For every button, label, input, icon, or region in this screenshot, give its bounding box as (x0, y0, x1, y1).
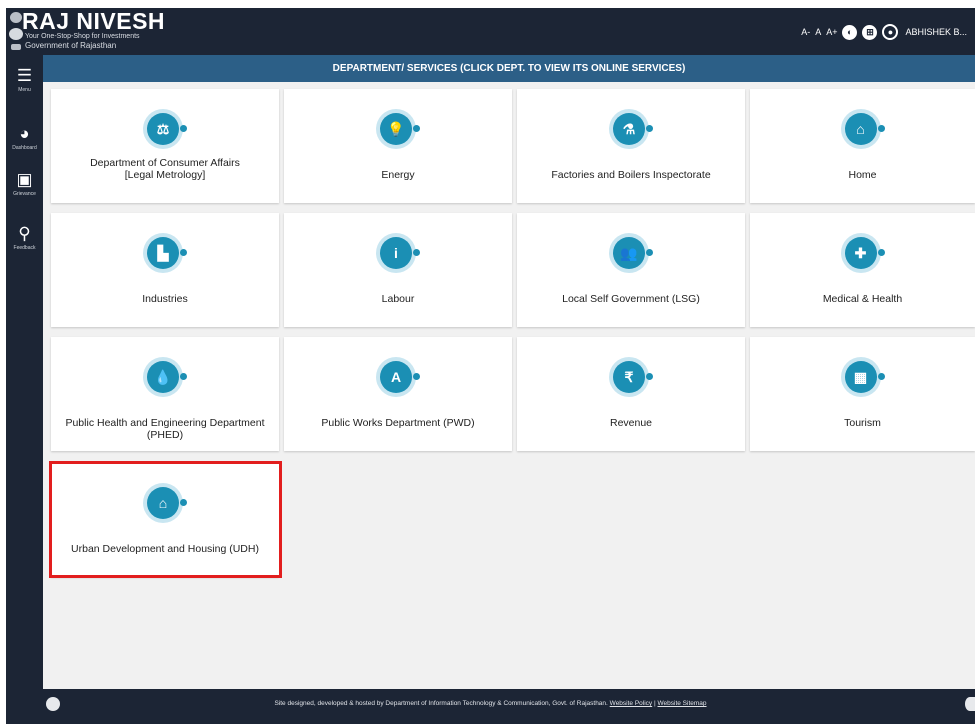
department-icon: ▙ (147, 237, 187, 269)
font-decrease-button[interactable]: A- (801, 27, 810, 37)
brand-tagline: Your One-Stop-Shop for Investments (25, 33, 140, 40)
sidebar-item-label: Grievance (13, 191, 36, 197)
department-icon: ▦ (844, 361, 885, 393)
grievance-icon: ▣ (16, 170, 33, 189)
header: RAJ NIVESH Your One-Stop-Shop for Invest… (6, 8, 975, 55)
sidebar: ☰ Menu ◕ Dashboard ▣ Grievance ⚲ Feedbac… (6, 55, 43, 689)
footer-separator: | (654, 700, 656, 707)
department-label: Public Health and Engineering Department… (65, 417, 265, 441)
footer-credit: Site designed, developed & hosted by Dep… (274, 700, 608, 707)
font-increase-button[interactable]: A+ (826, 27, 837, 37)
sidebar-item-menu[interactable]: ☰ Menu (6, 66, 43, 94)
sidebar-item-feedback[interactable]: ⚲ Feedback (6, 224, 43, 252)
department-label: Industries (142, 293, 188, 305)
department-card-labour[interactable]: i Labour (284, 213, 512, 327)
main-content: DEPARTMENT/ SERVICES (CLICK DEPT. TO VIE… (43, 55, 975, 689)
header-tools: A- A A+ ◐ ⊞ ● ABHISHEK B... (801, 24, 967, 40)
department-label: Tourism (844, 417, 881, 429)
frame-top (0, 0, 975, 8)
people-icon: 👥 (613, 237, 645, 269)
department-label: Local Self Government (LSG) (562, 293, 700, 305)
department-card-tourism[interactable]: ▦ Tourism (750, 337, 975, 451)
department-card-medical-health[interactable]: ✚ Medical & Health (750, 213, 975, 327)
home-icon: ⌂ (844, 113, 877, 145)
department-card-consumer-affairs[interactable]: ⚖ Department of Consumer Affairs [Legal … (51, 89, 279, 203)
highlight-box (49, 461, 282, 578)
department-card-phed[interactable]: 💧 Public Health and Engineering Departme… (51, 337, 279, 451)
department-label: Department of Consumer Affairs [Legal Me… (90, 157, 240, 181)
department-label: Public Works Department (PWD) (321, 417, 475, 429)
department-card-factories-boilers[interactable]: ⚗ Factories and Boilers Inspectorate (517, 89, 745, 203)
department-card-pwd[interactable]: A Public Works Department (PWD) (284, 337, 512, 451)
menu-icon: ☰ (16, 66, 33, 85)
flask-icon: ⚗ (613, 113, 645, 145)
sidebar-item-label: Menu (18, 87, 31, 93)
department-card-home[interactable]: ⌂ Home (750, 89, 975, 203)
factory-icon: ▙ (147, 237, 179, 269)
department-card-revenue[interactable]: ₹ Revenue (517, 337, 745, 451)
footer: Site designed, developed & hosted by Dep… (6, 689, 975, 724)
department-icon: ✚ (844, 237, 885, 269)
department-card-lsg[interactable]: 👥 Local Self Government (LSG) (517, 213, 745, 327)
department-label: Home (848, 169, 877, 181)
road-icon: A (380, 361, 412, 393)
department-card-industries[interactable]: ▙ Industries (51, 213, 279, 327)
sitemap-icon[interactable]: ⊞ (862, 24, 878, 40)
medical-kit-icon: ✚ (844, 237, 877, 269)
department-label: Energy (381, 169, 415, 181)
rupee-icon: ₹ (613, 361, 645, 393)
sidebar-item-grievance[interactable]: ▣ Grievance (6, 170, 43, 198)
department-icon: 💡 (380, 113, 420, 145)
user-name[interactable]: ABHISHEK B... (905, 27, 967, 37)
sidebar-item-label: Feedback (13, 245, 36, 251)
department-icon: 💧 (147, 361, 187, 393)
department-icon: ⚗ (613, 113, 653, 145)
page-title: DEPARTMENT/ SERVICES (CLICK DEPT. TO VIE… (43, 55, 975, 82)
sidebar-item-label: Dashboard (12, 145, 37, 151)
department-icon: i (380, 237, 420, 269)
website-sitemap-link[interactable]: Website Sitemap (658, 700, 707, 707)
footer-logo-right-icon (965, 697, 975, 711)
department-icon: ⚖ (147, 113, 187, 145)
sidebar-item-dashboard[interactable]: ◕ Dashboard (6, 124, 43, 152)
dashboard-icon: ◕ (19, 124, 30, 143)
website-policy-link[interactable]: Website Policy (610, 700, 653, 707)
department-label: Labour (381, 293, 415, 305)
building-icon: ▦ (844, 361, 877, 393)
department-label: Medical & Health (822, 293, 903, 305)
scales-icon: ⚖ (147, 113, 179, 145)
brand-subtitle: Government of Rajasthan (25, 41, 117, 50)
department-icon: A (380, 361, 420, 393)
department-icon: ⌂ (844, 113, 885, 145)
feedback-icon: ⚲ (18, 224, 31, 243)
user-avatar-icon[interactable]: ● (882, 24, 899, 40)
font-normal-button[interactable]: A (815, 27, 821, 37)
water-hand-icon: 💧 (147, 361, 179, 393)
bulb-icon: 💡 (380, 113, 412, 145)
department-card-energy[interactable]: 💡 Energy (284, 89, 512, 203)
department-label: Factories and Boilers Inspectorate (551, 169, 711, 181)
department-icon: ₹ (613, 361, 653, 393)
department-label: Revenue (609, 417, 653, 429)
brand-title[interactable]: RAJ NIVESH (22, 8, 165, 35)
department-icon: 👥 (613, 237, 653, 269)
contrast-icon[interactable]: ◐ (842, 24, 858, 40)
worker-icon: i (380, 237, 412, 269)
footer-text: Site designed, developed & hosted by Dep… (6, 700, 975, 707)
